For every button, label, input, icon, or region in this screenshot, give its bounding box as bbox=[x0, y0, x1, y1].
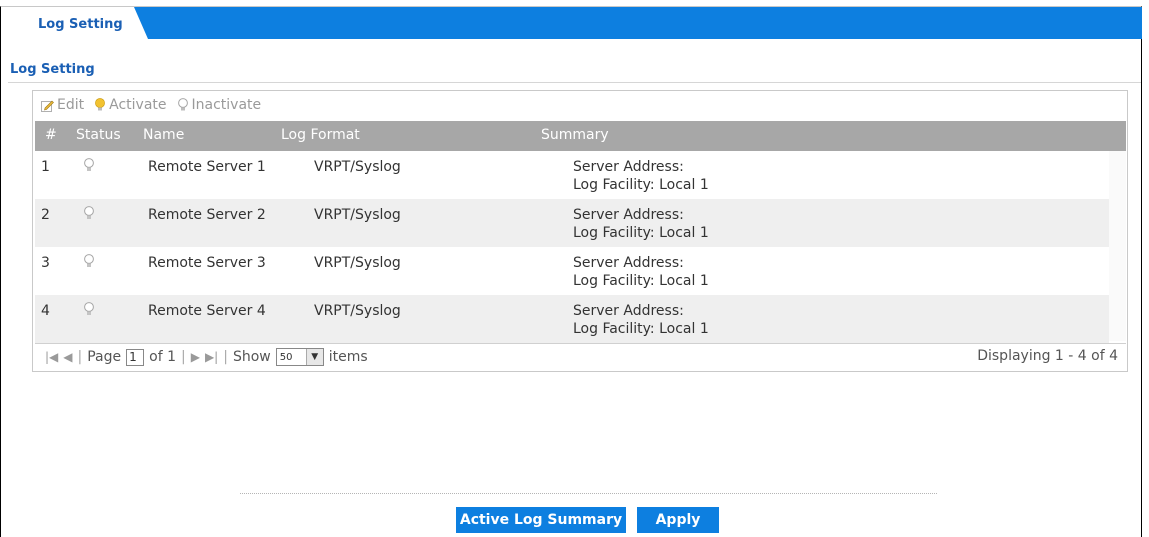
page-number-input[interactable]: 1 bbox=[126, 348, 145, 366]
section-divider bbox=[8, 82, 1141, 83]
row-log-format: VRPT/Syslog bbox=[314, 159, 401, 175]
edit-icon bbox=[41, 100, 54, 112]
col-header-summary[interactable]: Summary bbox=[541, 127, 609, 143]
page-label: Page bbox=[87, 349, 122, 365]
row-log-format: VRPT/Syslog bbox=[314, 303, 401, 319]
edit-button[interactable]: Edit bbox=[41, 97, 84, 113]
row-summary-facility: Log Facility: Local 1 bbox=[573, 273, 709, 289]
next-page-icon[interactable]: ▶ bbox=[191, 350, 200, 364]
lightbulb-off-icon bbox=[84, 206, 94, 219]
row-summary-facility: Log Facility: Local 1 bbox=[573, 177, 709, 193]
row-summary-server: Server Address: bbox=[573, 159, 684, 175]
col-header-status[interactable]: Status bbox=[76, 127, 121, 143]
lightbulb-off-icon bbox=[177, 98, 188, 111]
lightbulb-on-icon bbox=[95, 98, 106, 111]
status-icon[interactable] bbox=[83, 254, 95, 269]
row-log-format: VRPT/Syslog bbox=[314, 255, 401, 271]
row-log-format: VRPT/Syslog bbox=[314, 207, 401, 223]
col-header-index[interactable]: # bbox=[45, 127, 57, 143]
lightbulb-off-icon bbox=[84, 158, 94, 171]
page-size-value: 50 bbox=[279, 351, 293, 363]
row-name: Remote Server 2 bbox=[148, 207, 266, 223]
prev-page-icon[interactable]: ◀ bbox=[63, 350, 72, 364]
tab-label: Log Setting bbox=[38, 17, 123, 32]
row-summary-facility: Log Facility: Local 1 bbox=[573, 225, 709, 241]
activate-label: Activate bbox=[109, 97, 167, 113]
vertical-scrollbar[interactable] bbox=[1109, 151, 1126, 341]
last-page-icon[interactable]: ▶| bbox=[205, 350, 218, 364]
row-index: 1 bbox=[41, 159, 50, 175]
status-icon[interactable] bbox=[83, 206, 95, 221]
toolbar: Edit Activate Inactivate bbox=[41, 95, 267, 115]
table-body: 1 Remote Server 1 VRPT/Syslog Server Add… bbox=[35, 151, 1109, 343]
items-label: items bbox=[328, 349, 368, 365]
row-summary-server: Server Address: bbox=[573, 303, 684, 319]
row-summary-server: Server Address: bbox=[573, 255, 684, 271]
row-name: Remote Server 4 bbox=[148, 303, 266, 319]
edit-label: Edit bbox=[57, 97, 85, 113]
row-name: Remote Server 1 bbox=[148, 159, 266, 175]
pagination-bar: |◀ ◀ | Page 1 of 1 | ▶ ▶| | Show 50 ▼ it… bbox=[35, 343, 1126, 370]
page-of-label: of 1 bbox=[149, 349, 176, 365]
separator: | bbox=[181, 349, 186, 365]
row-name: Remote Server 3 bbox=[148, 255, 266, 271]
apply-button[interactable]: Apply bbox=[637, 507, 719, 533]
inactivate-label: Inactivate bbox=[191, 97, 262, 113]
table-row[interactable]: 3 Remote Server 3 VRPT/Syslog Server Add… bbox=[35, 247, 1109, 295]
tab-strip: Log Setting bbox=[6, 7, 1142, 39]
footer-divider bbox=[240, 493, 937, 494]
lightbulb-off-icon bbox=[84, 254, 94, 267]
separator: | bbox=[223, 349, 228, 365]
page-size-select[interactable]: 50 ▼ bbox=[275, 348, 324, 366]
section-title: Log Setting bbox=[10, 62, 95, 77]
show-label: Show bbox=[232, 349, 271, 365]
row-index: 3 bbox=[41, 255, 50, 271]
table-row[interactable]: 2 Remote Server 2 VRPT/Syslog Server Add… bbox=[35, 199, 1109, 247]
col-header-log-format[interactable]: Log Format bbox=[281, 127, 360, 143]
chevron-down-icon[interactable]: ▼ bbox=[305, 349, 323, 365]
table-row[interactable]: 4 Remote Server 4 VRPT/Syslog Server Add… bbox=[35, 295, 1109, 343]
status-icon[interactable] bbox=[83, 302, 95, 317]
log-setting-panel: Edit Activate Inactivate # Status Name L… bbox=[32, 90, 1128, 372]
displaying-count: Displaying 1 - 4 of 4 bbox=[977, 348, 1118, 364]
col-header-name[interactable]: Name bbox=[143, 127, 184, 143]
separator: | bbox=[77, 349, 83, 365]
row-index: 4 bbox=[41, 303, 50, 319]
table-header: # Status Name Log Format Summary bbox=[35, 121, 1126, 151]
activate-button[interactable]: Activate bbox=[94, 97, 167, 113]
row-summary-facility: Log Facility: Local 1 bbox=[573, 321, 709, 337]
status-icon[interactable] bbox=[83, 158, 95, 173]
inactivate-button[interactable]: Inactivate bbox=[177, 97, 262, 113]
row-index: 2 bbox=[41, 207, 50, 223]
active-log-summary-button[interactable]: Active Log Summary bbox=[456, 507, 626, 533]
table-row[interactable]: 1 Remote Server 1 VRPT/Syslog Server Add… bbox=[35, 151, 1109, 199]
lightbulb-off-icon bbox=[84, 302, 94, 315]
tab-log-setting[interactable]: Log Setting bbox=[6, 7, 148, 39]
row-summary-server: Server Address: bbox=[573, 207, 684, 223]
first-page-icon[interactable]: |◀ bbox=[45, 350, 58, 364]
